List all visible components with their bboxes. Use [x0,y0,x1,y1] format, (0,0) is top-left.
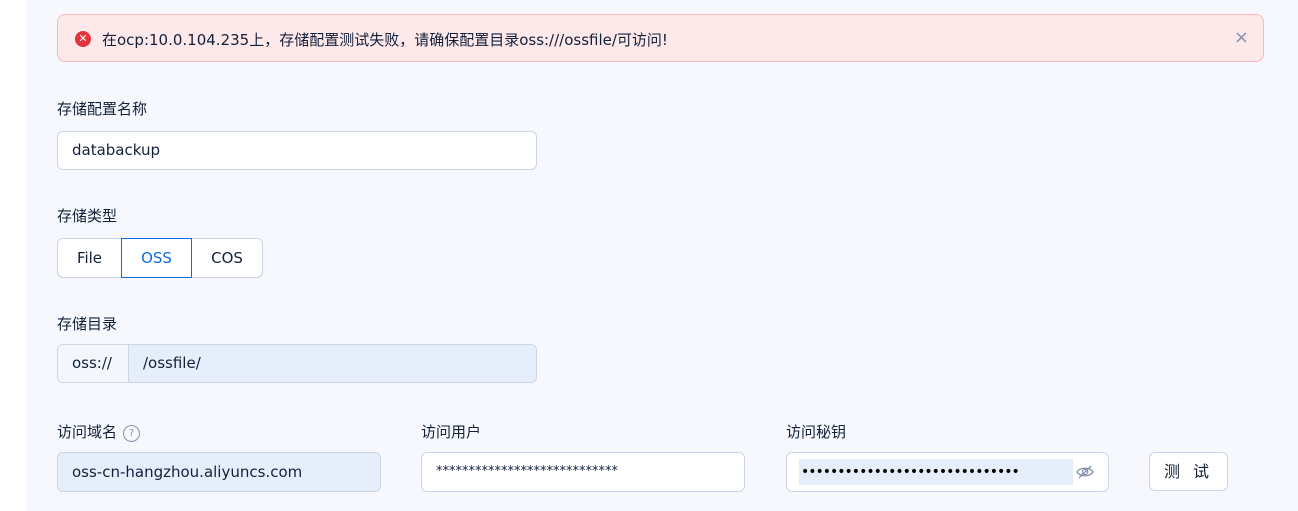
storage-name-label: 存储配置名称 [57,100,148,118]
test-button[interactable]: 测 试 [1149,452,1228,491]
error-alert: ✕ 在ocp:10.0.104.235上，存储配置测试失败，请确保配置目录oss… [57,14,1264,62]
close-icon[interactable]: × [1234,27,1249,49]
access-key-label: 访问秘钥 [786,423,847,441]
endpoint-label-text: 访问域名 [57,423,118,441]
access-key-value[interactable]: •••••••••••••••••••••••••••••• [799,459,1073,485]
storage-type-oss[interactable]: OSS [121,238,192,278]
access-key-input[interactable]: •••••••••••••••••••••••••••••• [786,452,1109,492]
storage-name-input[interactable]: databackup [57,131,537,170]
access-user-input[interactable]: **************************** [421,452,745,492]
storage-type-segmented: File OSS COS [57,238,263,278]
storage-type-cos[interactable]: COS [191,238,263,278]
directory-prefix: oss:// [58,345,129,382]
endpoint-label: 访问域名? [57,421,141,442]
storage-directory-input: oss:// /ossfile/ [57,344,537,383]
storage-directory-label: 存储目录 [57,315,118,333]
access-user-label: 访问用户 [421,423,482,441]
storage-type-label: 存储类型 [57,207,118,225]
question-circle-icon[interactable]: ? [123,425,141,442]
error-circle-icon: ✕ [75,31,91,47]
endpoint-input[interactable]: oss-cn-hangzhou.aliyuncs.com [57,452,381,492]
alert-message: 在ocp:10.0.104.235上，存储配置测试失败，请确保配置目录oss:/… [102,31,668,49]
storage-type-file[interactable]: File [57,238,122,278]
directory-value[interactable]: /ossfile/ [129,345,536,382]
eye-hidden-icon[interactable] [1076,464,1094,480]
